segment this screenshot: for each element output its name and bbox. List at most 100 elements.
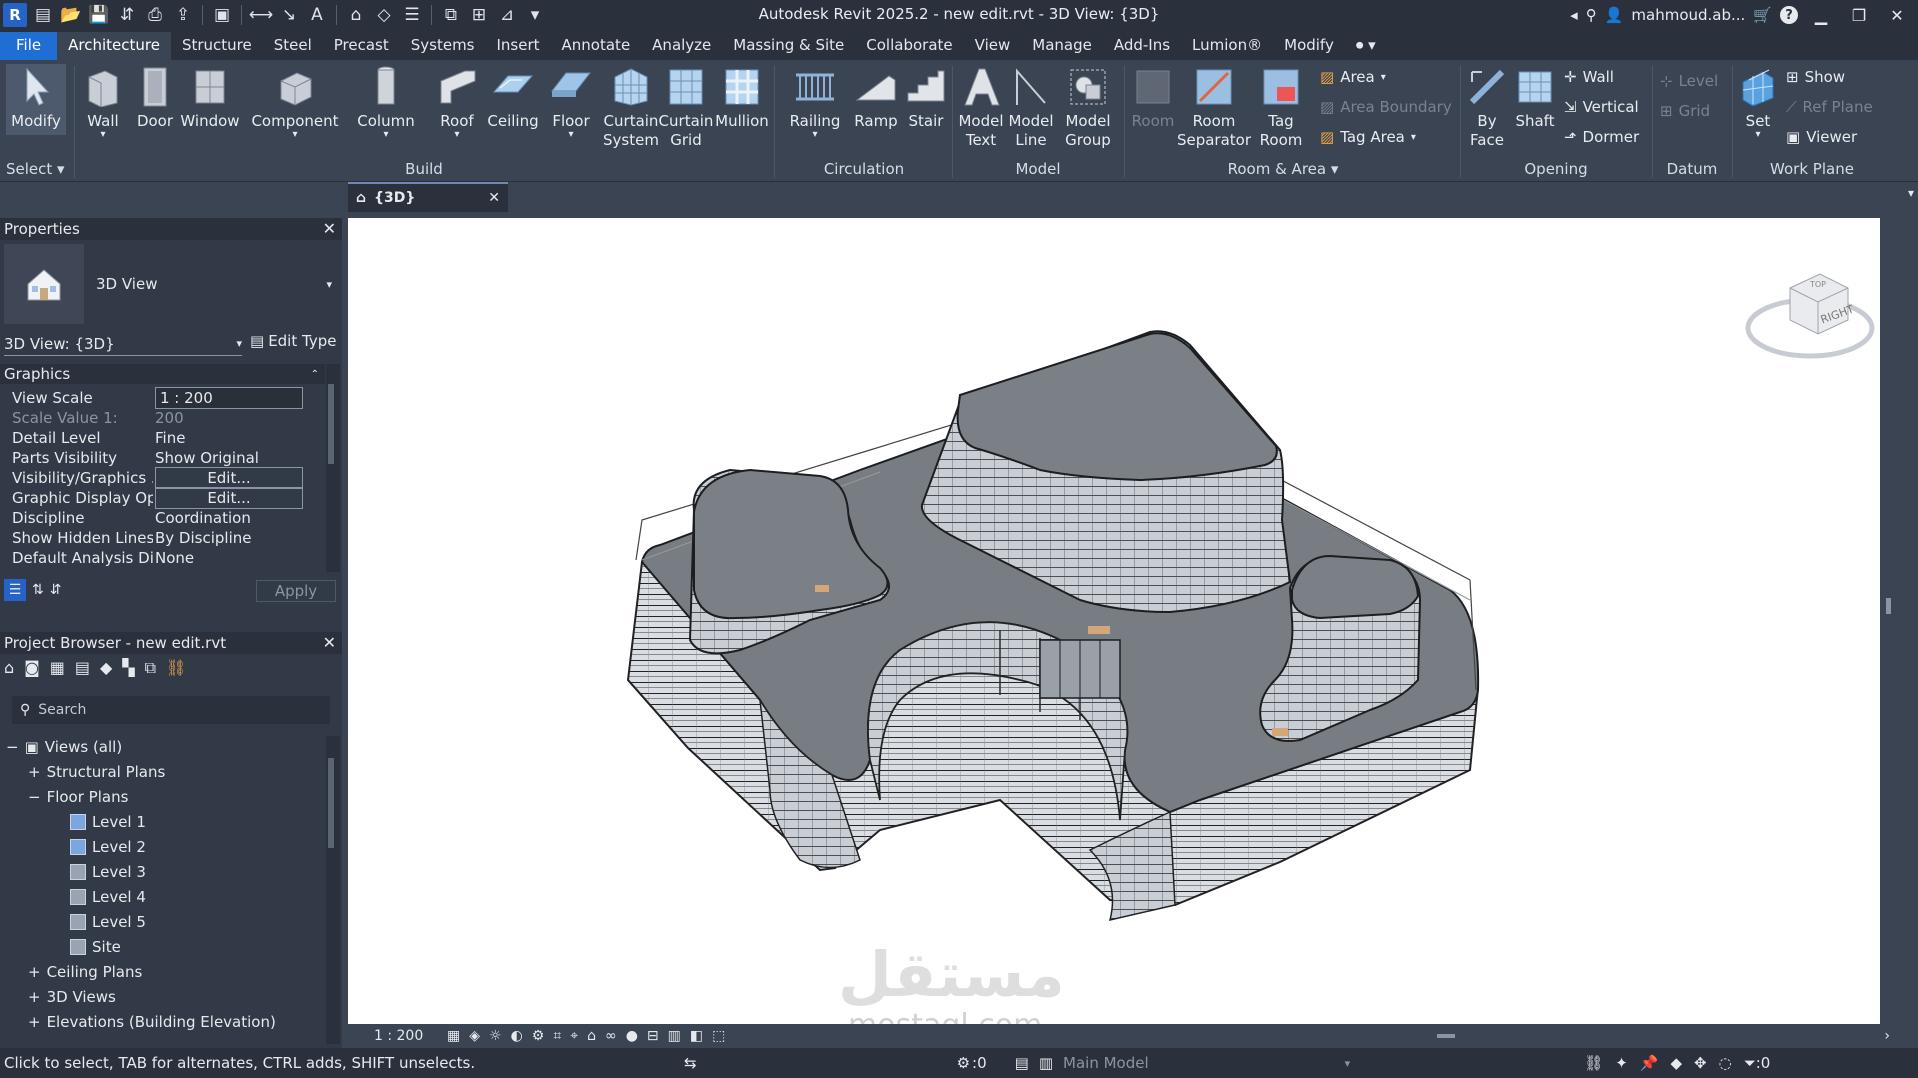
workset-icon[interactable]: ⚙: [957, 1054, 970, 1072]
sort-desc-icon[interactable]: ⇵: [50, 582, 62, 598]
scroll-right-icon[interactable]: ›: [1884, 1028, 1890, 1044]
curtain-system-button[interactable]: Curtain System: [600, 64, 662, 150]
tab-file[interactable]: File: [0, 32, 58, 60]
family-icon[interactable]: ◆: [100, 658, 112, 678]
tree-3d-views[interactable]: +3D Views: [28, 988, 116, 1006]
tree-level[interactable]: Level 1: [70, 813, 146, 831]
tab-lumion[interactable]: Lumion®: [1181, 32, 1273, 60]
show-crop-icon[interactable]: ⌖: [570, 1028, 578, 1044]
home-icon[interactable]: ▤: [30, 2, 56, 28]
tab-menu-icon[interactable]: ▾: [1908, 186, 1914, 200]
model-group-button[interactable]: Model Group: [1060, 64, 1116, 150]
measure-icon[interactable]: ⟷: [248, 2, 274, 28]
area-button[interactable]: ▨ Area ▾: [1320, 68, 1386, 86]
select-underlay-icon[interactable]: ✦: [1615, 1054, 1628, 1072]
model-list-icon[interactable]: ▤: [1015, 1054, 1029, 1072]
shaft-button[interactable]: Shaft: [1510, 64, 1560, 131]
highlight-icon[interactable]: ⬚: [712, 1028, 725, 1044]
active-model[interactable]: Main Model: [1063, 1054, 1149, 1072]
view-tab-3d[interactable]: ⌂ {3D} ✕: [348, 182, 508, 212]
design-options-status-icon[interactable]: ▥: [1039, 1054, 1053, 1072]
tag-area-button[interactable]: ▨ Tag Area ▾: [1320, 128, 1416, 146]
reveal-hidden-icon[interactable]: ●: [626, 1028, 638, 1044]
visual-style-icon[interactable]: ◈: [469, 1028, 480, 1044]
thin-lines-icon[interactable]: ☰: [399, 2, 425, 28]
roof-button[interactable]: Roof ▾: [432, 64, 482, 140]
by-face-button[interactable]: By Face: [1464, 64, 1510, 150]
schedule-icon[interactable]: ▤: [75, 658, 90, 678]
tree-level[interactable]: Level 2: [70, 838, 146, 856]
browser-scrollbar[interactable]: [326, 736, 340, 1044]
stair-button[interactable]: Stair: [902, 64, 950, 131]
show-workplane-button[interactable]: ⊞ Show: [1786, 68, 1845, 86]
railing-button[interactable]: Railing ▾: [784, 64, 846, 140]
sync-status-icon[interactable]: ⇆: [684, 1054, 697, 1072]
ribbon-toggle-icon[interactable]: ⏺ ▾: [1345, 32, 1387, 60]
select-links-icon[interactable]: ⛓: [1584, 1054, 1603, 1072]
viewport-vscroll[interactable]: [1880, 218, 1898, 1024]
curtain-grid-button[interactable]: Curtain Grid: [658, 64, 714, 150]
tab-modify[interactable]: Modify: [1273, 32, 1345, 60]
worksharing-icon[interactable]: ⊟: [647, 1028, 659, 1044]
lock-view-icon[interactable]: ⌂: [587, 1028, 596, 1044]
mullion-button[interactable]: Mullion: [714, 64, 770, 131]
sheet-icon[interactable]: ▦: [50, 658, 65, 678]
ceiling-button[interactable]: Ceiling: [487, 64, 539, 131]
tree-level[interactable]: Level 3: [70, 863, 146, 881]
3d-viewport[interactable]: TOP RIGHT مستقل mostaql.com: [348, 218, 1898, 1024]
drag-elements-icon[interactable]: ✥: [1694, 1054, 1707, 1072]
tab-massing-site[interactable]: Massing & Site: [722, 32, 855, 60]
filter-icon[interactable]: ⏷: [1744, 1054, 1756, 1072]
close-icon[interactable]: ✕: [323, 632, 336, 654]
user-name[interactable]: mahmoud.ab...: [1631, 6, 1745, 24]
home-icon[interactable]: ⌂: [4, 658, 14, 678]
modify-button[interactable]: Modify: [6, 64, 66, 135]
model-text-button[interactable]: Model Text: [956, 64, 1006, 150]
shadows-icon[interactable]: ◐: [511, 1028, 523, 1044]
edit-type-button[interactable]: ▤ Edit Type: [250, 332, 336, 350]
graphics-section-header[interactable]: Graphics ⌃: [0, 364, 325, 384]
instance-selector[interactable]: 3D View: {3D} ▾: [4, 332, 242, 356]
nav-left-icon[interactable]: ◂: [1570, 6, 1578, 24]
cart-icon[interactable]: 🛒: [1753, 6, 1772, 24]
tree-level[interactable]: Level 4: [70, 888, 146, 906]
tab-architecture[interactable]: Architecture: [57, 32, 171, 60]
view-hscroll[interactable]: [1437, 1034, 1456, 1038]
tab-manage[interactable]: Manage: [1021, 32, 1103, 60]
temp-hide-icon[interactable]: ∞: [605, 1028, 617, 1044]
window-button[interactable]: Window: [180, 64, 240, 131]
tab-steel[interactable]: Steel: [263, 32, 323, 60]
tab-add-ins[interactable]: Add-Ins: [1103, 32, 1181, 60]
model-line-button[interactable]: Model Line: [1006, 64, 1056, 150]
group-icon[interactable]: ▚: [122, 658, 134, 678]
revit-link-icon[interactable]: ⛓: [166, 658, 186, 678]
floor-button[interactable]: Floor ▾: [546, 64, 596, 140]
viewer-button[interactable]: ▣ Viewer: [1786, 128, 1857, 146]
modify-icon[interactable]: ▣: [209, 2, 235, 28]
ramp-button[interactable]: Ramp: [850, 64, 902, 131]
tag-room-button[interactable]: Tag Room: [1256, 64, 1306, 150]
render-icon[interactable]: ⚙: [532, 1028, 545, 1044]
background-process-icon[interactable]: ◌: [1719, 1054, 1732, 1072]
panel-room-area-label[interactable]: Room & Area ▾: [1128, 160, 1438, 178]
model-dropdown-icon[interactable]: ▾: [1345, 1057, 1351, 1070]
type-dropdown-icon[interactable]: ▾: [326, 278, 332, 291]
restore-icon[interactable]: ❐: [1844, 6, 1874, 25]
tab-insert[interactable]: Insert: [486, 32, 551, 60]
type-selector[interactable]: 3D View ▾: [4, 242, 340, 326]
panel-select-label[interactable]: Select ▾: [6, 160, 70, 178]
tree-level[interactable]: Site: [70, 938, 121, 956]
binoculars-icon[interactable]: ⚲: [1586, 6, 1597, 24]
door-button[interactable]: Door: [132, 64, 178, 131]
user-icon[interactable]: 👤: [1605, 6, 1624, 24]
tree-root-views[interactable]: − ▣ Views (all): [6, 738, 122, 756]
select-by-face-icon[interactable]: ◆: [1670, 1054, 1682, 1072]
room-separator-button[interactable]: Room Separator: [1177, 64, 1251, 150]
wall-opening-button[interactable]: ✛ Wall: [1564, 68, 1614, 86]
wall-button[interactable]: Wall ▾: [80, 64, 126, 140]
tree-structural-plans[interactable]: + Structural Plans: [28, 763, 165, 781]
tree-elevations[interactable]: + Elevations (Building Elevation): [28, 1013, 276, 1031]
properties-scrollbar[interactable]: [326, 364, 340, 572]
crop-view-icon[interactable]: ⌗: [553, 1028, 561, 1044]
view-scale-control[interactable]: 1 : 200: [348, 1028, 438, 1044]
